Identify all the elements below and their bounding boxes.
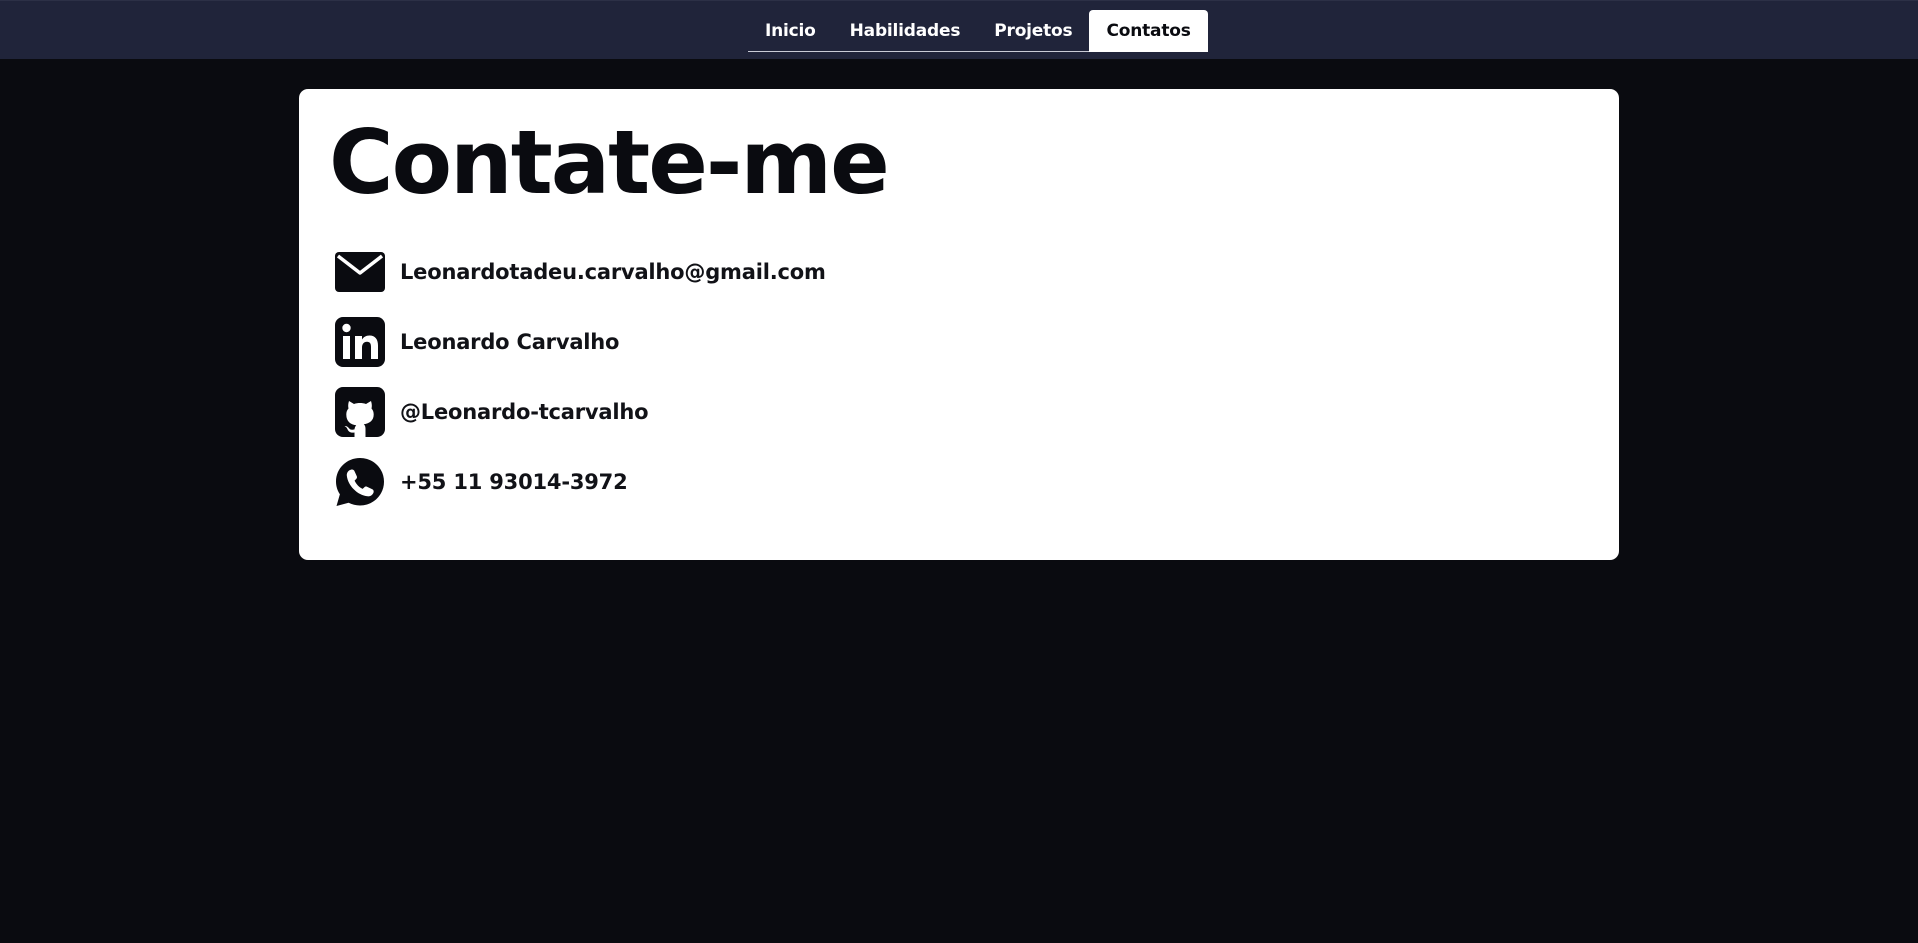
contact-github-label: @Leonardo-tcarvalho [400,400,649,424]
contact-github[interactable]: @Leonardo-tcarvalho [335,377,826,447]
whatsapp-icon [335,457,385,507]
contact-card: Contate-me Leonardotadeu.carvalho@gmail.… [299,89,1619,560]
contact-list: Leonardotadeu.carvalho@gmail.com Leonard… [335,237,826,517]
contact-whatsapp-label: +55 11 93014-3972 [400,470,628,494]
contact-email-label: Leonardotadeu.carvalho@gmail.com [400,260,826,284]
page-title: Contate-me [329,111,890,214]
envelope-icon [335,247,385,297]
github-icon [335,387,385,437]
nav-tab-inicio[interactable]: Inicio [748,10,833,51]
nav-tab-projetos[interactable]: Projetos [977,10,1089,51]
top-navbar: Inicio Habilidades Projetos Contatos [0,0,1918,59]
main-nav: Inicio Habilidades Projetos Contatos [748,10,1208,52]
contact-email[interactable]: Leonardotadeu.carvalho@gmail.com [335,237,826,307]
nav-tab-habilidades[interactable]: Habilidades [833,10,978,51]
nav-tab-contatos[interactable]: Contatos [1089,10,1208,52]
contact-linkedin-label: Leonardo Carvalho [400,330,620,354]
linkedin-icon [335,317,385,367]
contact-linkedin[interactable]: Leonardo Carvalho [335,307,826,377]
contact-whatsapp[interactable]: +55 11 93014-3972 [335,447,826,517]
